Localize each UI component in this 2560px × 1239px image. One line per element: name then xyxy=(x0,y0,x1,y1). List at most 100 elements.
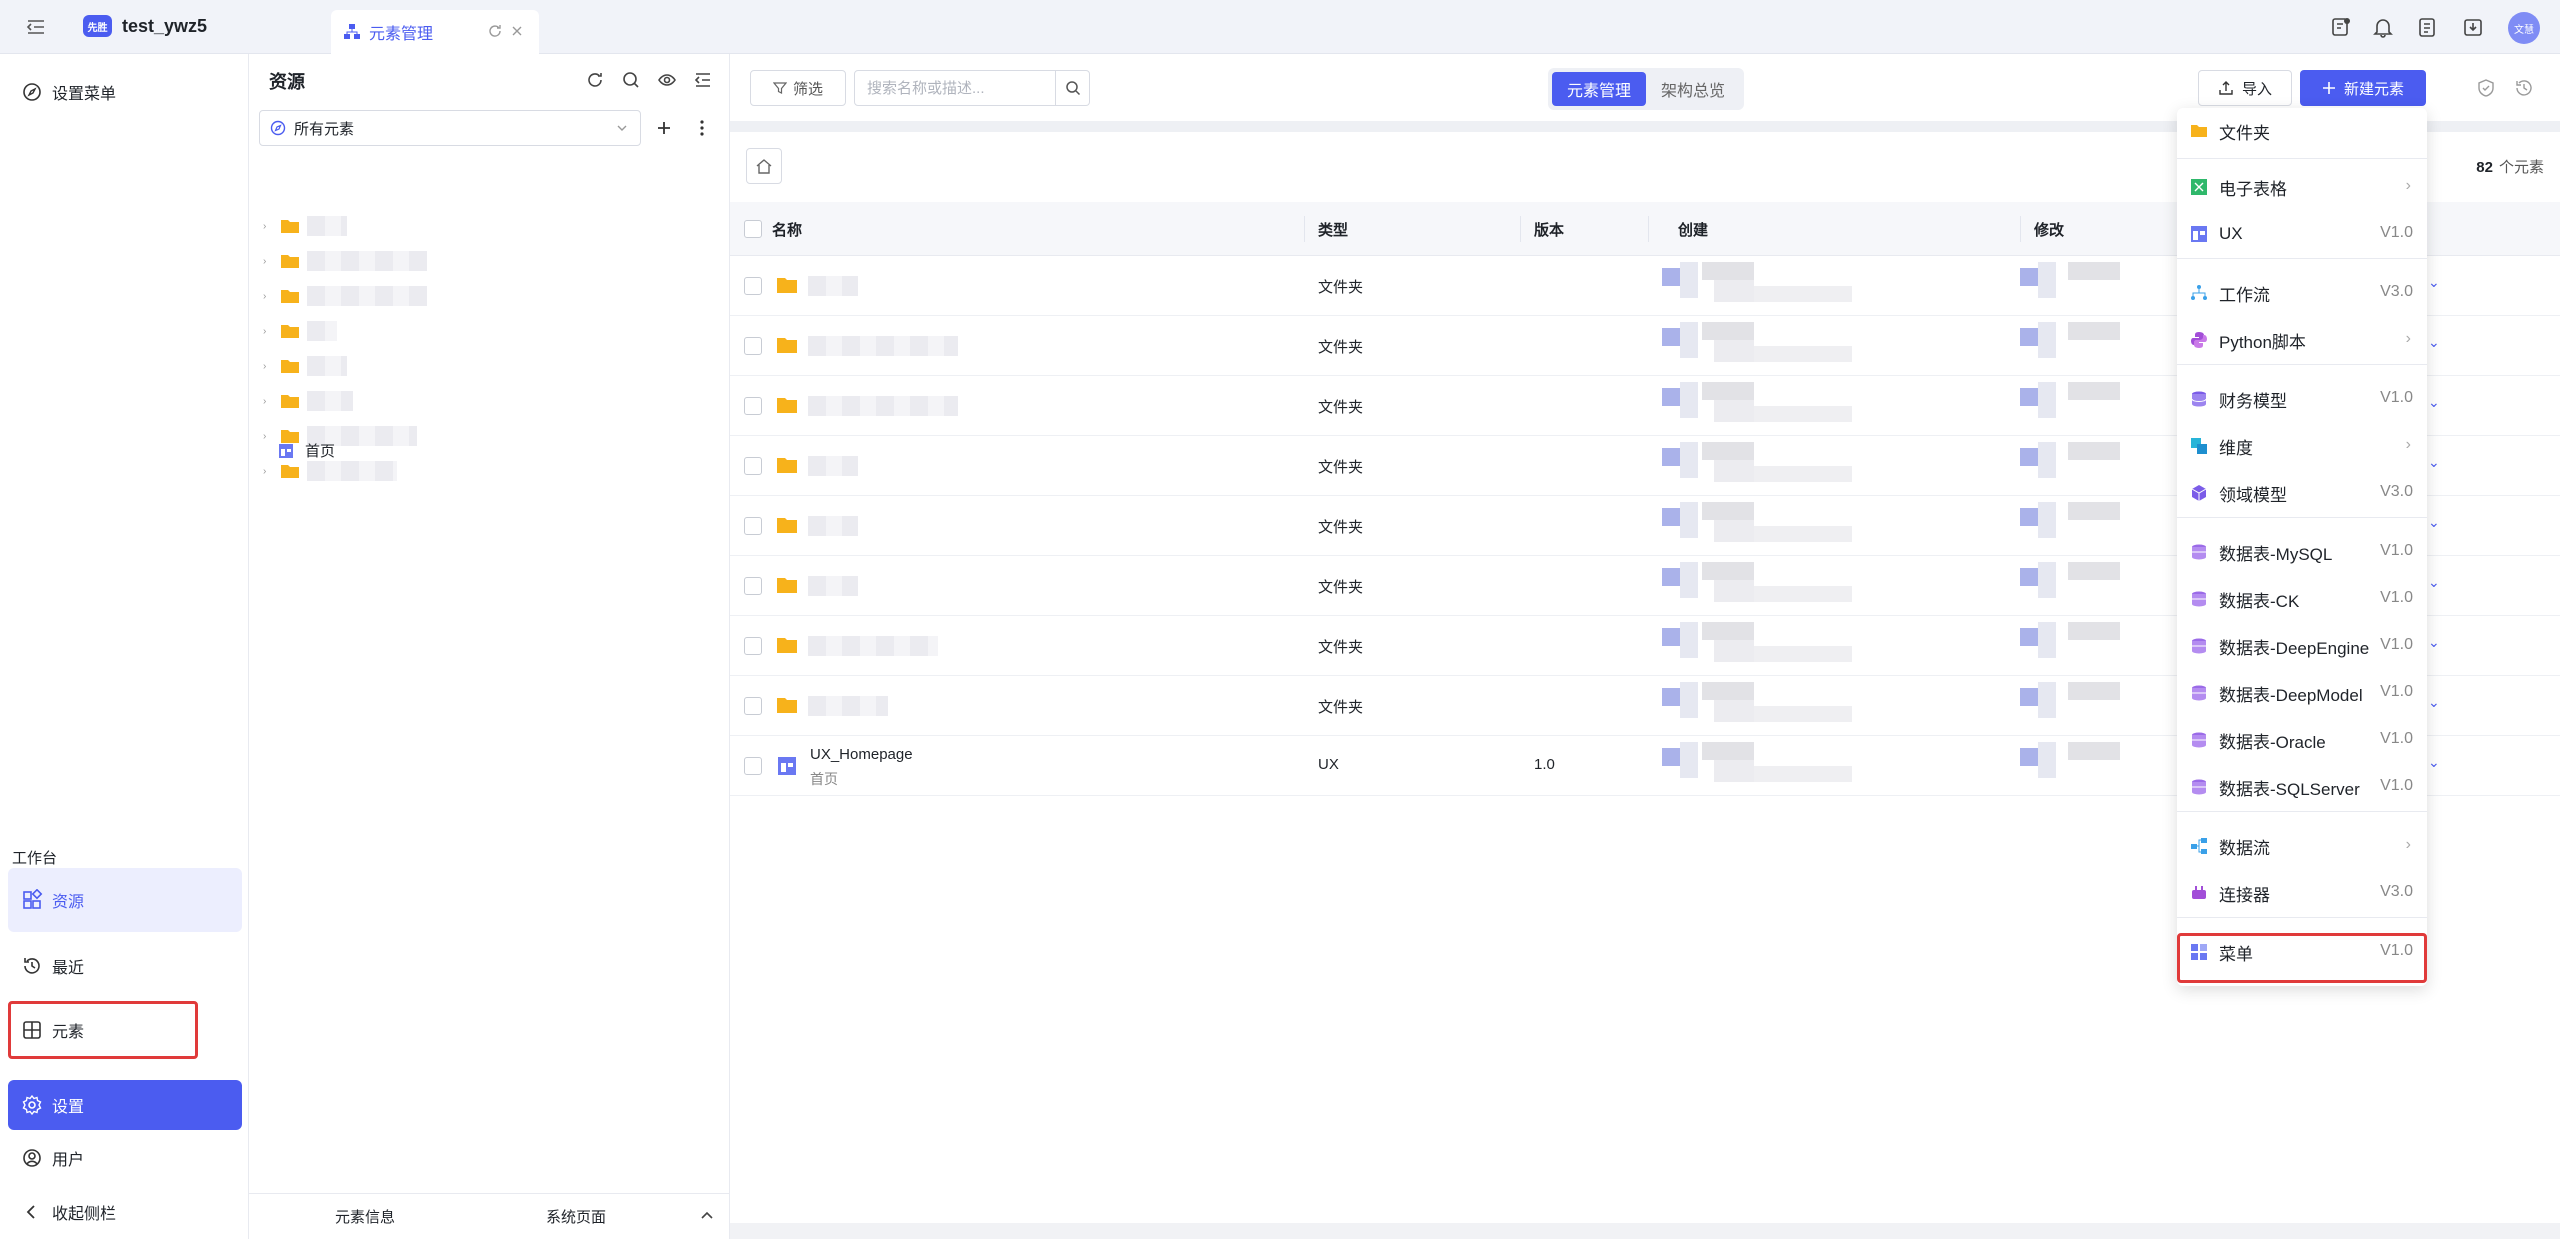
menu-item[interactable]: 文件夹 xyxy=(2177,108,2427,154)
menu-item[interactable]: 数据表-DeepEngine V1.0 xyxy=(2177,623,2427,669)
tree-folder-item[interactable]: › xyxy=(263,457,397,485)
col-created[interactable]: 创建 xyxy=(1678,202,1708,256)
chevron-down-icon[interactable]: ⌄ xyxy=(2428,754,2440,771)
nav-resources[interactable]: 资源 xyxy=(8,868,242,932)
col-type[interactable]: 类型 xyxy=(1318,202,1348,256)
chevron-down-icon[interactable]: ⌄ xyxy=(2428,454,2440,471)
menu-item[interactable]: 财务模型 V1.0 xyxy=(2177,376,2427,422)
menu-item[interactable]: 领域模型 V3.0 xyxy=(2177,470,2427,516)
row-type: 文件夹 xyxy=(1318,459,1364,476)
tree-folder-item[interactable]: › xyxy=(263,352,347,380)
collapse-panel-icon[interactable] xyxy=(691,68,715,92)
row-name[interactable]: UX_Homepage xyxy=(810,746,913,763)
tab-element-management[interactable]: 元素管理 xyxy=(1552,72,1646,106)
chevron-down-icon[interactable]: ⌄ xyxy=(2428,514,2440,531)
menu-item[interactable]: 数据表-SQLServer V1.0 xyxy=(2177,764,2427,810)
search-icon[interactable] xyxy=(619,68,643,92)
row-name-redacted[interactable] xyxy=(808,336,958,356)
close-icon[interactable] xyxy=(509,23,525,39)
bell-icon[interactable] xyxy=(2370,14,2396,40)
row-checkbox[interactable] xyxy=(744,397,762,415)
tree-folder-item[interactable]: › xyxy=(263,387,353,415)
nav-users[interactable]: 用户 xyxy=(8,1132,242,1184)
more-vertical-icon[interactable] xyxy=(690,116,714,140)
row-name-redacted[interactable] xyxy=(808,276,858,296)
import-button[interactable]: 导入 xyxy=(2198,70,2292,106)
new-element-button[interactable]: 新建元素 xyxy=(2300,70,2426,106)
eye-icon[interactable] xyxy=(655,68,679,92)
refresh-icon[interactable] xyxy=(583,68,607,92)
chevron-up-icon[interactable] xyxy=(698,1207,716,1225)
col-name[interactable]: 名称 xyxy=(772,202,802,256)
row-checkbox[interactable] xyxy=(744,517,762,535)
row-name-redacted[interactable] xyxy=(808,516,858,536)
tab-architecture-overview[interactable]: 架构总览 xyxy=(1646,72,1740,106)
horizontal-scrollbar[interactable] xyxy=(730,1223,2560,1239)
col-version[interactable]: 版本 xyxy=(1534,202,1564,256)
tab-system-pages[interactable]: 系统页面 xyxy=(546,1206,606,1227)
row-name-redacted[interactable] xyxy=(808,636,938,656)
home-button[interactable] xyxy=(746,148,782,184)
row-checkbox[interactable] xyxy=(744,637,762,655)
menu-item-label: 财务模型 xyxy=(2219,391,2287,411)
row-checkbox[interactable] xyxy=(744,277,762,295)
download-box-icon[interactable] xyxy=(2460,14,2486,40)
row-checkbox[interactable] xyxy=(744,577,762,595)
menu-item[interactable]: 连接器 V3.0 xyxy=(2177,870,2427,916)
nav-collapse-sidebar[interactable]: 收起侧栏 xyxy=(8,1186,242,1238)
row-name-redacted[interactable] xyxy=(808,396,958,416)
user-avatar[interactable]: 文慧 xyxy=(2508,12,2540,44)
row-checkbox[interactable] xyxy=(744,457,762,475)
select-all-checkbox[interactable] xyxy=(744,220,762,238)
project-name[interactable]: test_ywz5 xyxy=(122,16,207,37)
plus-icon[interactable] xyxy=(652,116,676,140)
menu-item[interactable]: Python脚本 › xyxy=(2177,317,2427,363)
nav-settings-menu[interactable]: 设置菜单 xyxy=(8,66,242,118)
document-icon[interactable] xyxy=(2414,14,2440,40)
menu-item[interactable]: 维度 › xyxy=(2177,423,2427,469)
history-icon[interactable] xyxy=(2512,76,2536,100)
task-icon[interactable] xyxy=(2328,14,2354,40)
filter-button[interactable]: 筛选 xyxy=(750,70,846,106)
shield-check-icon[interactable] xyxy=(2474,76,2498,100)
tree-folder-item[interactable]: › xyxy=(263,212,347,240)
chevron-down-icon[interactable]: ⌄ xyxy=(2428,574,2440,591)
col-modified[interactable]: 修改 xyxy=(2034,202,2064,256)
search-input[interactable] xyxy=(854,70,1056,106)
new-element-dropdown: 文件夹 电子表格 › UX V1.0 工作流 V3.0 Python脚本 › 财务模型 V1.0 维度… xyxy=(2177,108,2427,986)
row-name-redacted[interactable] xyxy=(808,696,888,716)
chevron-down-icon[interactable]: ⌄ xyxy=(2428,274,2440,291)
menu-item[interactable]: 数据表-Oracle V1.0 xyxy=(2177,717,2427,763)
row-name-redacted[interactable] xyxy=(808,456,858,476)
row-checkbox[interactable] xyxy=(744,337,762,355)
nav-recent[interactable]: 最近 xyxy=(8,940,242,992)
chevron-down-icon[interactable]: ⌄ xyxy=(2428,634,2440,651)
chevron-down-icon[interactable]: ⌄ xyxy=(2428,334,2440,351)
tab-element-management[interactable]: 元素管理 xyxy=(331,10,539,54)
nav-settings[interactable]: 设置 xyxy=(8,1080,242,1130)
menu-item[interactable]: 数据表-DeepModel V1.0 xyxy=(2177,670,2427,716)
row-checkbox[interactable] xyxy=(744,757,762,775)
tree-folder-item[interactable]: › xyxy=(263,317,337,345)
chevron-down-icon[interactable]: ⌄ xyxy=(2428,694,2440,711)
menu-item[interactable]: 工作流 V3.0 xyxy=(2177,270,2427,316)
chevron-right-icon: › xyxy=(2405,836,2411,853)
menu-item-version: V1.0 xyxy=(2380,589,2413,606)
refresh-icon[interactable] xyxy=(487,23,503,39)
menu-item[interactable]: UX V1.0 xyxy=(2177,211,2427,257)
element-filter-select[interactable]: 所有元素 xyxy=(259,110,641,146)
chevron-down-icon[interactable]: ⌄ xyxy=(2428,394,2440,411)
menu-item[interactable]: 数据表-MySQL V1.0 xyxy=(2177,529,2427,575)
col-divider xyxy=(1520,216,1521,242)
menu-item[interactable]: 数据表-CK V1.0 xyxy=(2177,576,2427,622)
row-checkbox[interactable] xyxy=(744,697,762,715)
tree-folder-item[interactable]: › xyxy=(263,282,427,310)
search-button[interactable] xyxy=(1056,70,1090,106)
menu-collapse-icon[interactable] xyxy=(24,15,48,39)
menu-item[interactable]: 电子表格 › xyxy=(2177,164,2427,210)
row-name-redacted[interactable] xyxy=(808,576,858,596)
tree-home-item[interactable]: 首页 xyxy=(277,440,335,461)
tab-element-info[interactable]: 元素信息 xyxy=(335,1206,395,1227)
tree-folder-item[interactable]: › xyxy=(263,247,427,275)
menu-item[interactable]: 数据流 › xyxy=(2177,823,2427,869)
